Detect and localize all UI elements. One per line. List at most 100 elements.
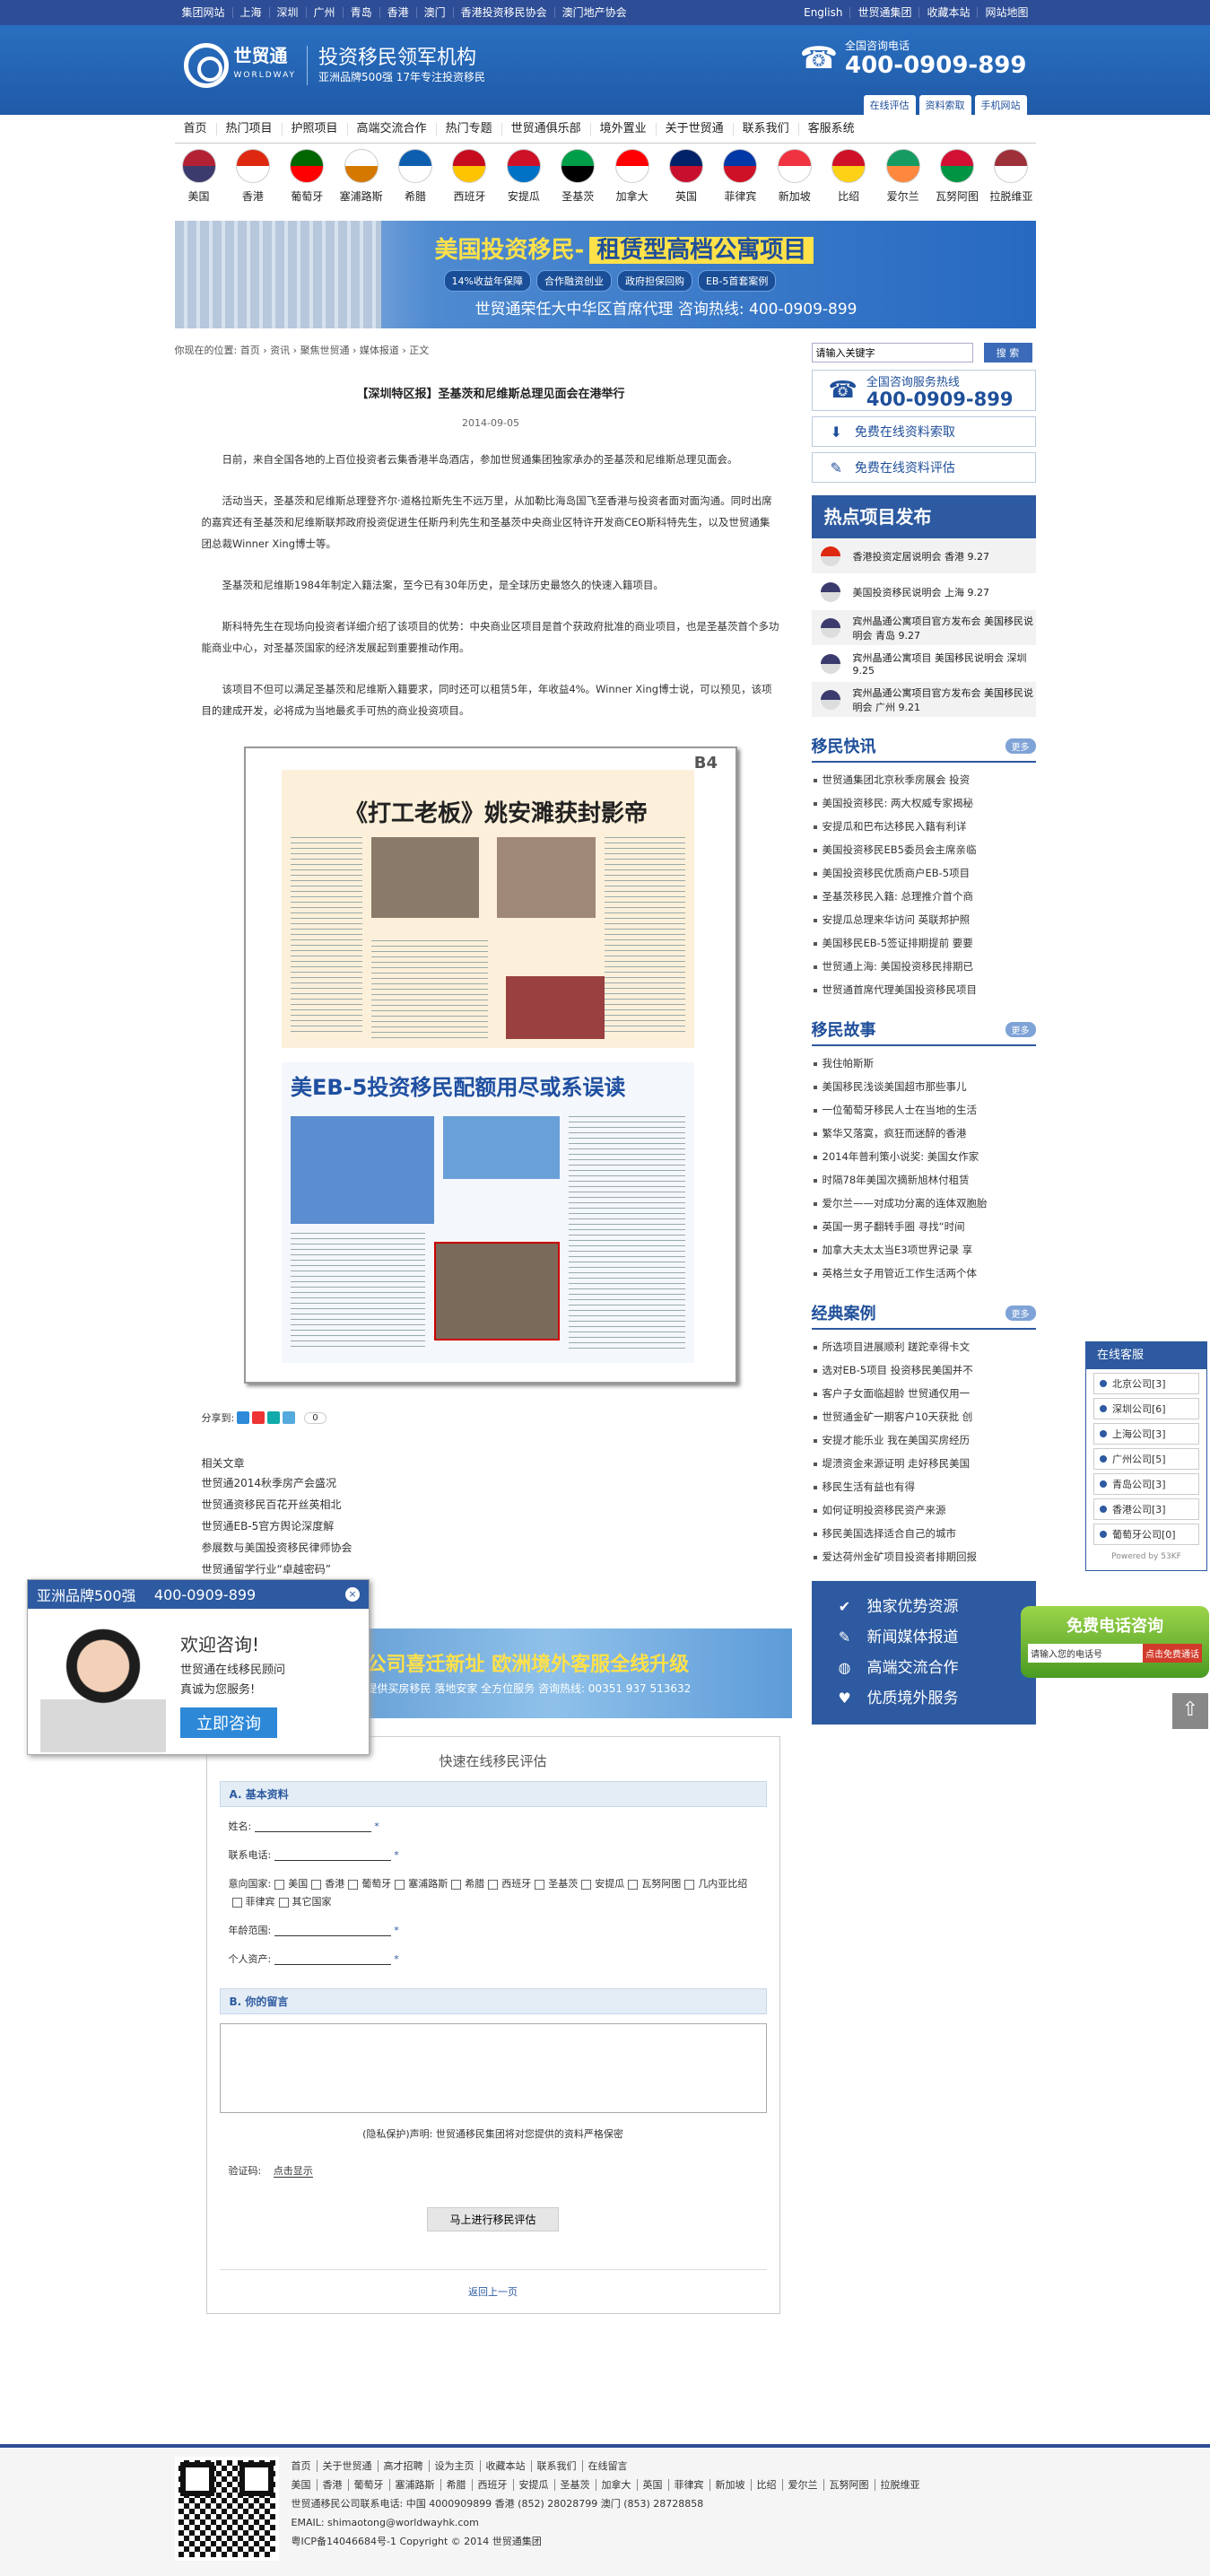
kefu-item[interactable]: 上海公司[3] bbox=[1093, 1423, 1199, 1445]
story-link[interactable]: 美国移民浅谈美国超市那些事儿 bbox=[812, 1075, 1036, 1098]
country-flag[interactable]: 希腊 bbox=[391, 149, 440, 210]
footer-link[interactable]: 设为主页 bbox=[429, 2460, 481, 2472]
kefu-item[interactable]: 深圳公司[6] bbox=[1093, 1398, 1199, 1419]
message-textarea[interactable] bbox=[219, 2023, 767, 2113]
case-link[interactable]: 爱达荷州金矿项目投资者排期回报 bbox=[812, 1545, 1036, 1568]
kefu-item[interactable]: 香港公司[3] bbox=[1093, 1498, 1199, 1520]
nav-item[interactable]: 护照项目 bbox=[283, 122, 348, 135]
topbar-link[interactable]: 广州 bbox=[307, 7, 344, 18]
footer-country-link[interactable]: 圣基茨 bbox=[554, 2479, 596, 2491]
topbar-link[interactable]: 澳门地产协会 bbox=[555, 7, 634, 18]
footer-country-link[interactable]: 葡萄牙 bbox=[348, 2479, 390, 2491]
topbar-link[interactable]: English bbox=[797, 7, 851, 18]
footer-link[interactable]: 高才招聘 bbox=[378, 2460, 430, 2472]
news-link[interactable]: 美国投资移民: 两大权威专家揭秘 bbox=[812, 791, 1036, 815]
topbar-link[interactable]: 深圳 bbox=[270, 7, 307, 18]
nav-item[interactable]: 关于世贸通 bbox=[657, 122, 734, 135]
name-field[interactable] bbox=[254, 1821, 371, 1832]
footer-country-link[interactable]: 西班牙 bbox=[472, 2479, 514, 2491]
country-flag[interactable]: 拉脱维亚 bbox=[987, 149, 1035, 210]
service-item[interactable]: ✎ 新闻媒体报道 bbox=[837, 1622, 1011, 1653]
search-button[interactable]: 搜 索 bbox=[983, 343, 1032, 362]
country-checkbox[interactable] bbox=[684, 1879, 695, 1890]
case-link[interactable]: 如何证明投资移民资产来源 bbox=[812, 1498, 1036, 1522]
more-button[interactable]: 更多 bbox=[1005, 738, 1036, 754]
story-link[interactable]: 英国一男子翻转手圈 寻找“时间 bbox=[812, 1215, 1036, 1238]
story-link[interactable]: 繁华又落寞，疯狂而迷醉的香港 bbox=[812, 1122, 1036, 1145]
news-link[interactable]: 世贸通首席代理美国投资移民项目 bbox=[812, 978, 1036, 1001]
footer-country-link[interactable]: 塞浦路斯 bbox=[389, 2479, 441, 2491]
country-flag[interactable]: 比绍 bbox=[824, 149, 873, 210]
country-checkbox[interactable] bbox=[348, 1879, 359, 1890]
country-flag[interactable]: 英国 bbox=[662, 149, 710, 210]
country-checkbox[interactable] bbox=[274, 1879, 285, 1890]
share-baidu-icon[interactable] bbox=[267, 1411, 281, 1424]
promo-banner[interactable]: 美国投资移民- 租赁型高档公寓项目 14%收益年保障 合作融资创业 政府担保回购 EB-… bbox=[174, 221, 1036, 328]
consult-now-button[interactable]: 立即咨询 bbox=[180, 1707, 277, 1738]
kefu-item[interactable]: 葡萄牙公司[0] bbox=[1093, 1524, 1199, 1545]
country-flag[interactable]: 新加坡 bbox=[770, 149, 819, 210]
nav-item[interactable]: 境外置业 bbox=[591, 122, 657, 135]
country-checkbox[interactable] bbox=[311, 1879, 322, 1890]
country-flag[interactable]: 香港 bbox=[229, 149, 277, 210]
footer-country-link[interactable]: 希腊 bbox=[440, 2479, 473, 2491]
kefu-item[interactable]: 广州公司[5] bbox=[1093, 1448, 1199, 1470]
more-button[interactable]: 更多 bbox=[1005, 1021, 1036, 1037]
country-flag[interactable]: 塞浦路斯 bbox=[337, 149, 386, 210]
related-link[interactable]: 世贸通留学行业“卓越密码” bbox=[202, 1559, 807, 1580]
country-flag[interactable]: 美国 bbox=[175, 149, 223, 210]
back-link[interactable]: 返回上一页 bbox=[219, 2269, 767, 2299]
footer-country-link[interactable]: 瓦努阿图 bbox=[823, 2479, 875, 2491]
related-link[interactable]: 世贸通资移民百花开丝英相北 bbox=[202, 1494, 807, 1515]
topbar-link[interactable]: 集团网站 bbox=[175, 7, 233, 18]
story-link[interactable]: 2014年普利策小说奖: 美国女作家 bbox=[812, 1145, 1036, 1168]
news-link[interactable]: 美国投资移民优质商户EB-5项目 bbox=[812, 861, 1036, 885]
story-link[interactable]: 爱尔兰——对成功分离的连体双胞胎 bbox=[812, 1192, 1036, 1215]
case-link[interactable]: 客户子女面临超龄 世贸通仅用一 bbox=[812, 1382, 1036, 1405]
footer-link[interactable]: 关于世贸通 bbox=[317, 2460, 379, 2472]
free-call-button[interactable]: 点击免费通话 bbox=[1143, 1644, 1202, 1663]
asset-field[interactable] bbox=[274, 1954, 391, 1965]
related-link[interactable]: 世贸通2014秋季房产会盛况 bbox=[202, 1472, 807, 1494]
news-link[interactable]: 安提瓜和巴布达移民入籍有利详 bbox=[812, 815, 1036, 838]
kefu-item[interactable]: 青岛公司[3] bbox=[1093, 1473, 1199, 1495]
country-checkbox[interactable] bbox=[231, 1897, 242, 1908]
country-checkbox[interactable] bbox=[628, 1879, 639, 1890]
free-call-input[interactable]: 请输入您的电话号 bbox=[1028, 1644, 1143, 1663]
footer-country-link[interactable]: 比绍 bbox=[751, 2479, 783, 2491]
close-icon[interactable]: × bbox=[345, 1587, 360, 1602]
related-link[interactable]: 世贸通EB-5官方舆论深度解 bbox=[202, 1515, 807, 1537]
hot-project-item[interactable]: 宾州晶通公寓项目官方发布会 美国移民说明会 广州 9.21 bbox=[811, 682, 1036, 718]
submit-button[interactable]: 马上进行移民评估 bbox=[427, 2207, 559, 2231]
country-flag[interactable]: 菲律宾 bbox=[716, 149, 764, 210]
country-checkbox[interactable] bbox=[451, 1879, 462, 1890]
share-tencent-icon[interactable] bbox=[283, 1411, 296, 1424]
tab-mobile-site[interactable]: 手机网站 bbox=[974, 95, 1027, 115]
footer-country-link[interactable]: 安提瓜 bbox=[513, 2479, 555, 2491]
tab-online-eval[interactable]: 在线评估 bbox=[863, 95, 916, 115]
news-link[interactable]: 安提瓜总理来华访问 英联邦护照 bbox=[812, 908, 1036, 931]
service-item[interactable]: ♥ 优质境外服务 bbox=[837, 1683, 1011, 1714]
hot-project-item[interactable]: 美国投资移民说明会 上海 9.27 bbox=[811, 574, 1036, 610]
country-flag[interactable]: 葡萄牙 bbox=[283, 149, 331, 210]
service-item[interactable]: ◍ 高端交流合作 bbox=[837, 1653, 1011, 1683]
footer-link[interactable]: 收藏本站 bbox=[480, 2460, 532, 2472]
footer-link[interactable]: 在线留言 bbox=[583, 2460, 633, 2472]
country-checkbox[interactable] bbox=[581, 1879, 592, 1890]
country-flag[interactable]: 瓦努阿图 bbox=[933, 149, 981, 210]
online-eval-button[interactable]: ✎ 免费在线资料评估 bbox=[811, 452, 1036, 483]
country-checkbox[interactable] bbox=[535, 1879, 545, 1890]
country-flag[interactable]: 西班牙 bbox=[445, 149, 493, 210]
phone-field[interactable] bbox=[274, 1850, 391, 1861]
country-flag[interactable]: 圣基茨 bbox=[553, 149, 602, 210]
case-link[interactable]: 移民生活有益也有得 bbox=[812, 1475, 1036, 1498]
country-checkbox[interactable] bbox=[278, 1897, 289, 1908]
hot-project-item[interactable]: 宾州晶通公寓项目官方发布会 美国移民说明会 青岛 9.27 bbox=[811, 610, 1036, 646]
nav-item[interactable]: 高端交流合作 bbox=[348, 122, 437, 135]
more-button[interactable]: 更多 bbox=[1005, 1305, 1036, 1321]
hot-project-item[interactable]: 香港投资定居说明会 香港 9.27 bbox=[811, 538, 1036, 574]
footer-link[interactable]: 联系我们 bbox=[531, 2460, 583, 2472]
case-link[interactable]: 所选项目进展顺利 蹉跎幸得卡文 bbox=[812, 1335, 1036, 1358]
topbar-link[interactable]: 香港投资移民协会 bbox=[454, 7, 555, 18]
story-link[interactable]: 英格兰女子用管近工作生活两个体 bbox=[812, 1262, 1036, 1285]
